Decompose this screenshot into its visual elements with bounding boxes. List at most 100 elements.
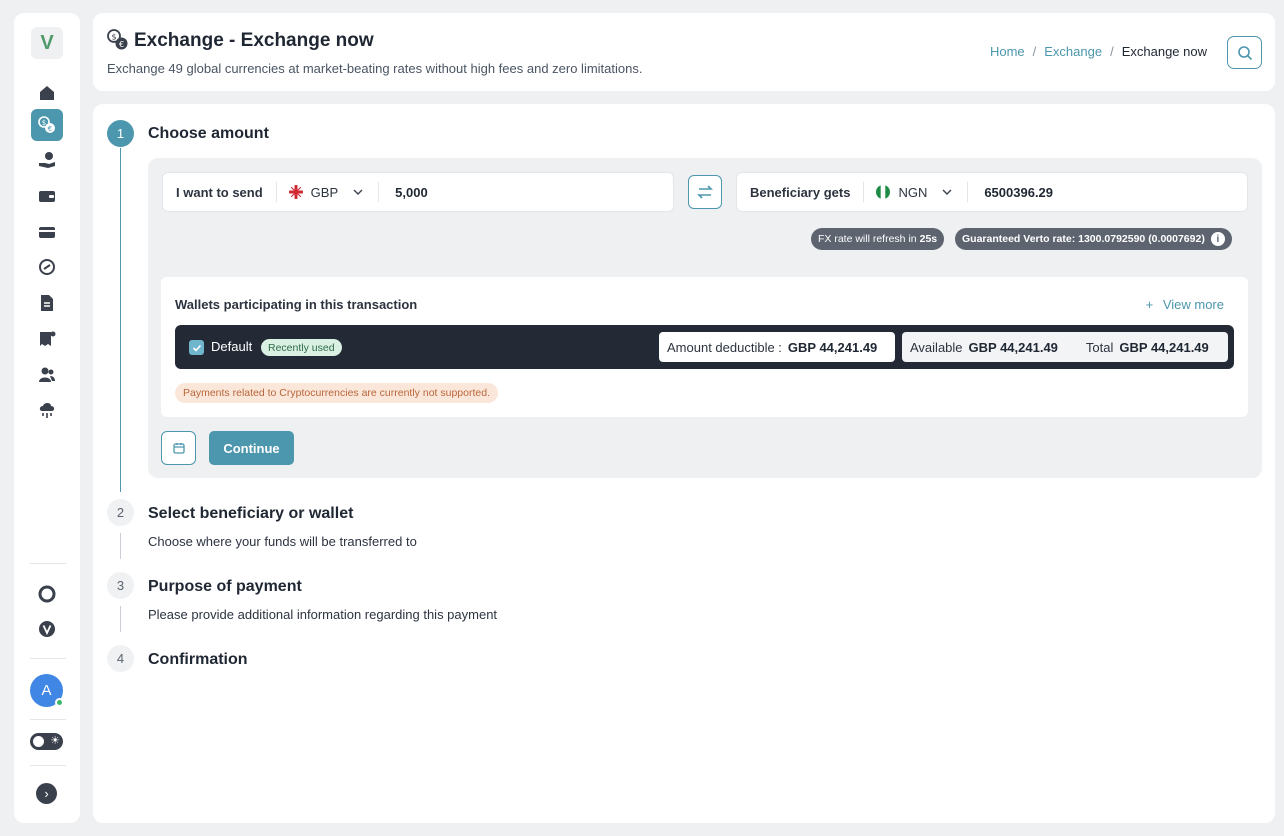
app-logo[interactable]: V (31, 27, 63, 59)
sidebar-item-wallets[interactable] (31, 180, 63, 212)
wallets-panel: Wallets participating in this transactio… (161, 277, 1248, 417)
breadcrumb-separator: / (1110, 44, 1114, 59)
home-icon (40, 86, 54, 100)
total-label: Total (1085, 339, 1114, 355)
search-icon (1237, 45, 1252, 60)
sidebar-item-home[interactable] (31, 77, 63, 109)
available-value: GBP 44,241.49 (968, 339, 1058, 355)
exchange-icon: $ € (38, 116, 55, 133)
step-1-indicator: 1 (107, 120, 134, 147)
sidebar-item-collect[interactable] (31, 144, 63, 176)
calendar-icon (172, 443, 185, 454)
step-1-connector (120, 148, 121, 492)
exchange-stepper: 1 Choose amount I want to send GBP 5,000 (93, 104, 1275, 823)
sidebar-item-invoices[interactable] (31, 323, 63, 355)
step-4-indicator: 4 (107, 645, 134, 672)
sidebar-item-users[interactable] (31, 359, 63, 391)
breadcrumb: Home / Exchange / Exchange now (990, 44, 1207, 59)
send-label: I want to send (176, 184, 263, 200)
breadcrumb-exchange[interactable]: Exchange (1044, 44, 1102, 59)
plus-icon: + (1145, 297, 1154, 312)
sun-icon: ☀ (50, 735, 60, 747)
send-amount-input[interactable]: 5,000 (379, 185, 428, 200)
send-currency-select[interactable]: GBP (277, 185, 378, 200)
receive-currency-code: NGN (898, 184, 928, 200)
available-label: Available (910, 339, 963, 355)
chevron-down-icon (942, 189, 952, 195)
wallet-row-default[interactable]: Default Recently used Amount deductible … (175, 325, 1234, 369)
avatar[interactable]: A (30, 674, 64, 707)
sidebar-item-api[interactable] (31, 394, 63, 426)
step-1-title: Choose amount (148, 125, 269, 142)
step-2-indicator: 2 (107, 499, 134, 526)
wallet-balance-chip: Available GBP 44,241.49 Total GBP 44,241… (902, 332, 1228, 362)
guaranteed-rate-pill: Guaranteed Verto rate: 1300.0792590 (0.0… (955, 228, 1232, 250)
fx-refresh-pill: FX rate will refresh in 25s (811, 228, 945, 250)
hand-coin-icon (39, 152, 55, 168)
transfer-doc-icon (41, 295, 53, 311)
page-header: $ € Exchange - Exchange now Exchange 49 … (93, 13, 1275, 91)
online-status-dot (55, 698, 64, 707)
receive-currency-select[interactable]: NGN (864, 185, 967, 200)
uk-flag-icon (288, 185, 303, 199)
step-3-connector (120, 606, 121, 632)
avatar-initial: A (41, 682, 52, 699)
breadcrumb-separator: / (1032, 44, 1037, 59)
theme-toggle[interactable]: ☀ (30, 733, 63, 750)
deductible-label: Amount deductible : (667, 339, 782, 355)
recently-used-badge: Recently used (261, 339, 342, 356)
receive-amount-value[interactable]: 6500396.29 (968, 185, 1053, 200)
sidebar-item-verto[interactable] (31, 613, 63, 645)
deductible-value: GBP 44,241.49 (787, 339, 878, 355)
step-2-description: Choose where your funds will be transfer… (148, 534, 417, 549)
chevron-right-icon: › (44, 786, 49, 801)
sidebar-item-exchange[interactable]: $ € (31, 109, 63, 141)
wallets-heading: Wallets participating in this transactio… (175, 297, 418, 312)
continue-button[interactable]: Continue (209, 431, 294, 465)
guaranteed-rate-text: Guaranteed Verto rate: 1300.0792590 (0.0… (962, 233, 1205, 245)
sidebar-divider (30, 719, 66, 720)
invoice-icon (40, 331, 56, 346)
wallet-name: Default (211, 339, 253, 354)
nigeria-flag-icon (876, 185, 891, 199)
wallet-checkbox[interactable] (189, 340, 204, 355)
sidebar-item-transfers[interactable] (31, 287, 63, 319)
check-icon (192, 344, 201, 352)
search-button[interactable] (1227, 36, 1262, 69)
users-icon (39, 367, 55, 382)
svg-text:$: $ (111, 33, 116, 42)
lifebuoy-icon (38, 585, 56, 603)
step-2-title: Select beneficiary or wallet (148, 505, 354, 522)
view-more-link[interactable]: + View more (1146, 297, 1224, 312)
card-icon (39, 227, 55, 238)
schedule-button[interactable] (161, 431, 196, 465)
crypto-warning-badge: Payments related to Cryptocurrencies are… (175, 383, 498, 403)
link-icon (39, 259, 55, 275)
sidebar-item-cards[interactable] (31, 216, 63, 248)
sidebar: V $ € A ☀ › (14, 13, 80, 823)
info-icon[interactable]: i (1210, 232, 1225, 246)
fx-refresh-text: FX rate will refresh in (818, 233, 917, 245)
breadcrumb-home[interactable]: Home (990, 44, 1025, 59)
expand-sidebar-button[interactable]: › (36, 783, 57, 804)
send-amount-field: I want to send GBP 5,000 (162, 172, 674, 212)
sidebar-item-links[interactable] (31, 251, 63, 283)
wallet-icon (39, 191, 55, 202)
breadcrumb-current: Exchange now (1121, 44, 1207, 59)
svg-text:€: € (48, 125, 52, 133)
total-value: GBP 44,241.49 (1119, 339, 1209, 355)
sidebar-divider (30, 658, 66, 659)
sidebar-item-support[interactable] (31, 578, 63, 610)
receive-label: Beneficiary gets (750, 184, 851, 200)
step-3-indicator: 3 (107, 572, 134, 599)
chevron-down-icon (353, 189, 363, 195)
receive-amount-field: Beneficiary gets NGN 6500396.29 (736, 172, 1248, 212)
amount-deductible-chip: Amount deductible : GBP 44,241.49 (659, 332, 895, 362)
step-3-title: Purpose of payment (148, 578, 302, 595)
swap-currencies-button[interactable] (688, 175, 722, 209)
page-subtitle: Exchange 49 global currencies at market-… (107, 61, 643, 76)
swap-icon (697, 185, 713, 199)
fx-refresh-countdown: 25s (919, 233, 938, 245)
sidebar-divider (30, 765, 66, 766)
exchange-icon: $ € (107, 29, 128, 50)
